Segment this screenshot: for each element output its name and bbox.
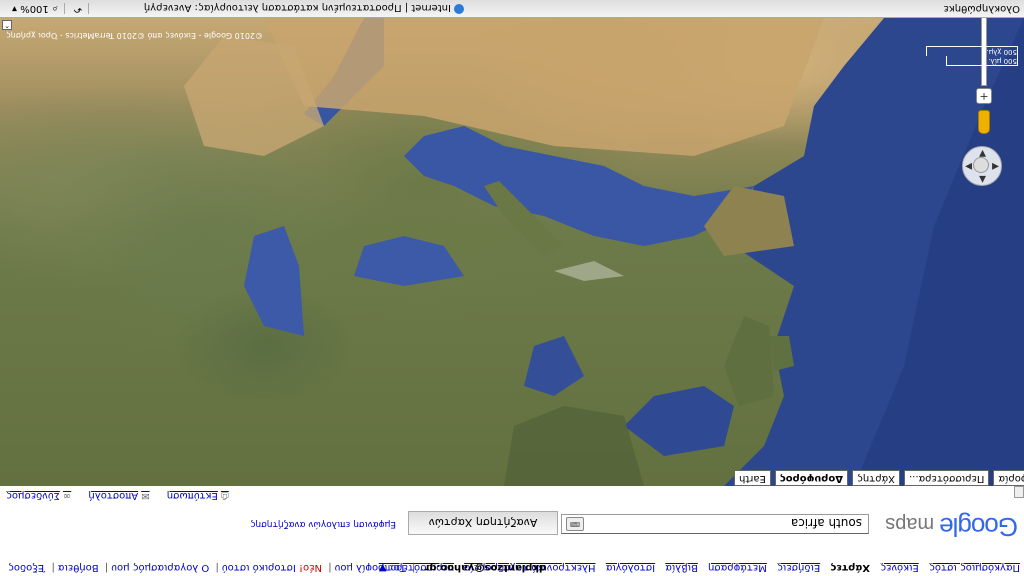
chain-link-icon: ∞ <box>62 490 72 501</box>
keyboard-icon[interactable]: ⌨ <box>566 517 584 531</box>
link-help[interactable]: Βοήθεια <box>58 562 99 573</box>
search-input[interactable]: south africa <box>561 514 869 534</box>
zone-text: Internet | Προστατευμένη κατάσταση λειτο… <box>143 2 451 13</box>
logo-maps: maps <box>885 513 935 535</box>
map-geography <box>184 18 1024 486</box>
pan-left-icon[interactable]: ◀ <box>992 161 999 171</box>
north-sea <box>624 386 734 456</box>
print-link[interactable]: ⎙Εκτύπωση <box>167 490 229 501</box>
map-actions: ⎙Εκτύπωση ✉Αποστολή ∞Σύνδεσμος <box>0 485 1024 504</box>
link-web-history[interactable]: Ιστορικό ιστού <box>222 562 296 573</box>
account-links: dkplantzos@yahoo.gr| Το προφίλ μου| Νέο!… <box>8 562 547 573</box>
street-view-pegman-icon[interactable] <box>978 110 990 134</box>
screen: Παγκόσμιος ιστός Εικόνες Χάρτες Ειδήσεις… <box>0 0 1024 576</box>
link-maps-active: Χάρτες <box>830 562 871 573</box>
pan-right-icon[interactable]: ▶ <box>965 161 972 171</box>
alps <box>554 261 624 281</box>
scale-km-label: 500 χλμ. <box>986 48 1017 56</box>
google-maps-logo[interactable]: Googlemaps <box>885 511 1018 542</box>
status-right: ↶ ⌕ 100% ▾ <box>6 3 90 14</box>
user-email: dkplantzos@yahoo.gr <box>424 562 547 573</box>
earth-view-button[interactable]: Earth <box>734 470 771 486</box>
magnifier-icon: ⌕ <box>51 3 58 14</box>
link-books[interactable]: Βιβλία <box>665 562 698 573</box>
scandinavia <box>504 406 644 486</box>
more-layers-button[interactable]: Περισσότερα... <box>904 470 990 486</box>
zoom-value: 100% <box>20 3 49 14</box>
satellite-map[interactable]: ▲ ▼ ◀ ▶ + − 500 μίλ. 500 χλμ. Κυκλοφορία… <box>0 18 1024 486</box>
map-scale: 500 μίλ. 500 χλμ. <box>926 46 1018 66</box>
collapse-panel-icon[interactable] <box>1014 486 1024 498</box>
link-my-account[interactable]: Ο λογαριασμός μου <box>111 562 209 573</box>
pan-control[interactable]: ▲ ▼ ◀ ▶ <box>962 146 1002 186</box>
search-options-link[interactable]: Εμφάνιση επιλογών αναζήτησης <box>250 519 396 529</box>
link-blogs[interactable]: Ιστολόγια <box>606 562 655 573</box>
link-link[interactable]: ∞Σύνδεσμος <box>6 490 71 501</box>
pan-up-icon[interactable]: ▲ <box>979 174 986 184</box>
globe-icon <box>454 4 464 14</box>
overview-toggle-icon[interactable]: ⌃ <box>2 20 12 30</box>
scale-bar-miles: 500 μίλ. <box>946 56 1018 66</box>
scale-miles-label: 500 μίλ. <box>988 57 1017 65</box>
traffic-button[interactable]: Κυκλοφορία <box>993 470 1024 486</box>
security-zone: Internet | Προστατευμένη κατάσταση λειτο… <box>144 2 464 14</box>
zoom-in-button[interactable]: + <box>976 88 992 104</box>
reset-icon[interactable] <box>973 157 989 173</box>
black-sea <box>354 236 464 286</box>
maps-header: Googlemaps south africa ⌨ Αναζήτηση Χαρτ… <box>0 504 1024 558</box>
satellite-view-button[interactable]: Δορυφόρος <box>774 470 848 486</box>
link-images[interactable]: Εικόνες <box>880 562 919 573</box>
google-top-bar: Παγκόσμιος ιστός Εικόνες Χάρτες Ειδήσεις… <box>0 557 1024 576</box>
link-signout[interactable]: Έξοδος <box>8 562 45 573</box>
envelope-icon: ✉ <box>141 490 150 501</box>
baltic-sea <box>524 336 584 396</box>
search-maps-button[interactable]: Αναζήτηση Χαρτών <box>408 511 558 535</box>
zoom-level[interactable]: ⌕ 100% ▾ <box>6 3 65 14</box>
printer-icon: ⎙ <box>220 490 229 501</box>
sahara <box>264 18 824 156</box>
new-badge: Νέο! <box>299 562 323 573</box>
send-link[interactable]: ✉Αποστολή <box>88 490 149 501</box>
protected-mode-icon[interactable]: ↶ <box>67 3 90 14</box>
logo-word: Google <box>940 512 1018 542</box>
map-view-button[interactable]: Χάρτης <box>852 470 901 486</box>
map-copyright: ©2010 Google - Εικόνες από ©2010 TerraMe… <box>6 31 264 40</box>
scale-bar-km: 500 χλμ. <box>926 46 1018 56</box>
british-isles <box>724 316 774 406</box>
caspian-sea <box>244 226 304 336</box>
browser-status-bar: Ολοκληρώθηκε Internet | Προστατευμένη κα… <box>0 0 1024 18</box>
link-profile[interactable]: Το προφίλ μου <box>335 562 406 573</box>
map-type-buttons: Κυκλοφορία Περισσότερα... Χάρτης Δορυφόρ… <box>734 470 1024 486</box>
link-news[interactable]: Ειδήσεις <box>777 562 820 573</box>
link-translate[interactable]: Μετάφραση <box>708 562 767 573</box>
status-text: Ολοκληρώθηκε <box>943 3 1020 14</box>
link-web[interactable]: Παγκόσμιος ιστός <box>929 562 1020 573</box>
